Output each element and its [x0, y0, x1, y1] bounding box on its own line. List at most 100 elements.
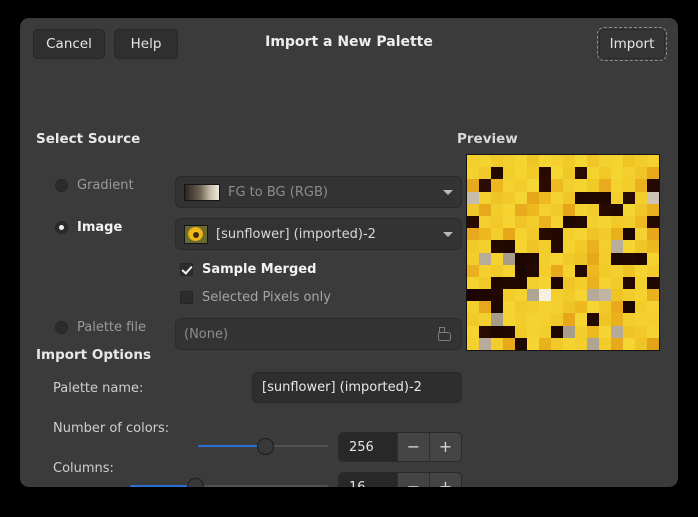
palette-swatch — [527, 326, 539, 338]
palette-swatch — [599, 192, 611, 204]
palette-swatch — [587, 253, 599, 265]
palette-swatch — [563, 277, 575, 289]
palette-swatch — [623, 192, 635, 204]
palette-swatch — [575, 240, 587, 252]
palette-swatch — [611, 253, 623, 265]
palette-swatch — [647, 204, 659, 216]
radio-gradient[interactable]: Gradient — [55, 178, 134, 193]
palette-swatch — [635, 301, 647, 313]
palette-swatch — [623, 253, 635, 265]
gradient-dropdown[interactable]: FG to BG (RGB) — [175, 176, 462, 208]
checkbox-sample-merged[interactable]: Sample Merged — [180, 262, 316, 277]
palette-swatch — [527, 313, 539, 325]
palette-swatch — [551, 277, 563, 289]
palette-swatch — [503, 204, 515, 216]
image-dropdown[interactable]: [sunflower] (imported)-2 — [175, 218, 462, 250]
palette-swatch — [587, 338, 599, 350]
radio-image-indicator[interactable] — [55, 221, 68, 234]
palette-swatch — [479, 240, 491, 252]
palette-swatch — [623, 204, 635, 216]
palette-swatch — [479, 167, 491, 179]
radio-image[interactable]: Image — [55, 220, 122, 235]
palette-swatch — [575, 167, 587, 179]
radio-palette-file[interactable]: Palette file — [55, 320, 146, 335]
palette-swatch — [599, 265, 611, 277]
folder-open-icon[interactable] — [438, 327, 453, 341]
slider-handle[interactable] — [257, 438, 274, 455]
palette-swatch — [515, 167, 527, 179]
palette-swatch — [515, 228, 527, 240]
palette-swatch — [575, 301, 587, 313]
palette-swatch — [599, 289, 611, 301]
palette-swatch — [635, 265, 647, 277]
radio-image-label: Image — [77, 220, 122, 235]
palette-swatch — [587, 167, 599, 179]
palette-swatch — [587, 179, 599, 191]
palette-swatch — [611, 204, 623, 216]
slider-handle[interactable] — [187, 478, 204, 487]
radio-gradient-indicator[interactable] — [55, 179, 68, 192]
palette-swatch — [503, 240, 515, 252]
palette-swatch — [491, 228, 503, 240]
columns-value[interactable]: 16 — [339, 473, 397, 487]
palette-swatch — [527, 301, 539, 313]
number-of-colors-slider[interactable] — [198, 436, 328, 456]
palette-swatch — [527, 179, 539, 191]
palette-swatch — [515, 265, 527, 277]
palette-swatch — [527, 167, 539, 179]
chevron-down-icon[interactable] — [443, 232, 453, 237]
palette-swatch — [551, 265, 563, 277]
palette-swatch — [467, 155, 479, 167]
palette-name-label: Palette name: — [53, 381, 143, 396]
palette-swatch — [647, 167, 659, 179]
palette-swatch — [599, 155, 611, 167]
palette-swatch — [635, 228, 647, 240]
radio-palette-file-indicator[interactable] — [55, 321, 68, 334]
palette-swatch — [479, 228, 491, 240]
palette-swatch — [491, 179, 503, 191]
palette-swatch — [563, 301, 575, 313]
cancel-button[interactable]: Cancel — [33, 29, 105, 59]
columns-spinner[interactable]: 16 − + — [338, 472, 462, 487]
palette-swatch — [647, 338, 659, 350]
checkbox-selected-pixels-only[interactable]: Selected Pixels only — [180, 290, 331, 305]
palette-swatch — [467, 301, 479, 313]
palette-swatch — [503, 265, 515, 277]
palette-name-input[interactable]: [sunflower] (imported)-2 — [252, 372, 462, 403]
palette-swatch — [467, 240, 479, 252]
columns-slider[interactable] — [130, 476, 328, 487]
palette-swatch — [623, 338, 635, 350]
palette-swatch — [515, 326, 527, 338]
import-button[interactable]: Import — [599, 29, 665, 59]
number-of-colors-spinner[interactable]: 256 − + — [338, 432, 462, 462]
palette-swatch — [563, 155, 575, 167]
checkbox-sample-merged-indicator[interactable] — [180, 263, 193, 276]
palette-swatch — [563, 167, 575, 179]
checkbox-selected-pixels-indicator[interactable] — [180, 291, 193, 304]
palette-swatch — [491, 265, 503, 277]
palette-swatch — [551, 155, 563, 167]
palette-swatch — [515, 301, 527, 313]
number-of-colors-decrement[interactable]: − — [397, 433, 429, 461]
palette-file-chooser[interactable]: (None) — [175, 318, 462, 350]
palette-swatch — [587, 192, 599, 204]
columns-increment[interactable]: + — [429, 473, 461, 487]
palette-swatch — [587, 326, 599, 338]
help-button[interactable]: Help — [114, 29, 178, 59]
palette-swatch — [491, 289, 503, 301]
palette-swatch — [587, 204, 599, 216]
palette-swatch — [539, 313, 551, 325]
palette-swatch — [647, 179, 659, 191]
palette-swatch — [491, 192, 503, 204]
palette-swatch — [467, 265, 479, 277]
palette-swatch — [467, 216, 479, 228]
number-of-colors-value[interactable]: 256 — [339, 433, 397, 461]
number-of-colors-increment[interactable]: + — [429, 433, 461, 461]
palette-swatch — [599, 228, 611, 240]
chevron-down-icon[interactable] — [443, 190, 453, 195]
columns-decrement[interactable]: − — [397, 473, 429, 487]
palette-swatch — [623, 326, 635, 338]
palette-swatch — [611, 192, 623, 204]
palette-swatch — [551, 240, 563, 252]
palette-swatch — [479, 326, 491, 338]
